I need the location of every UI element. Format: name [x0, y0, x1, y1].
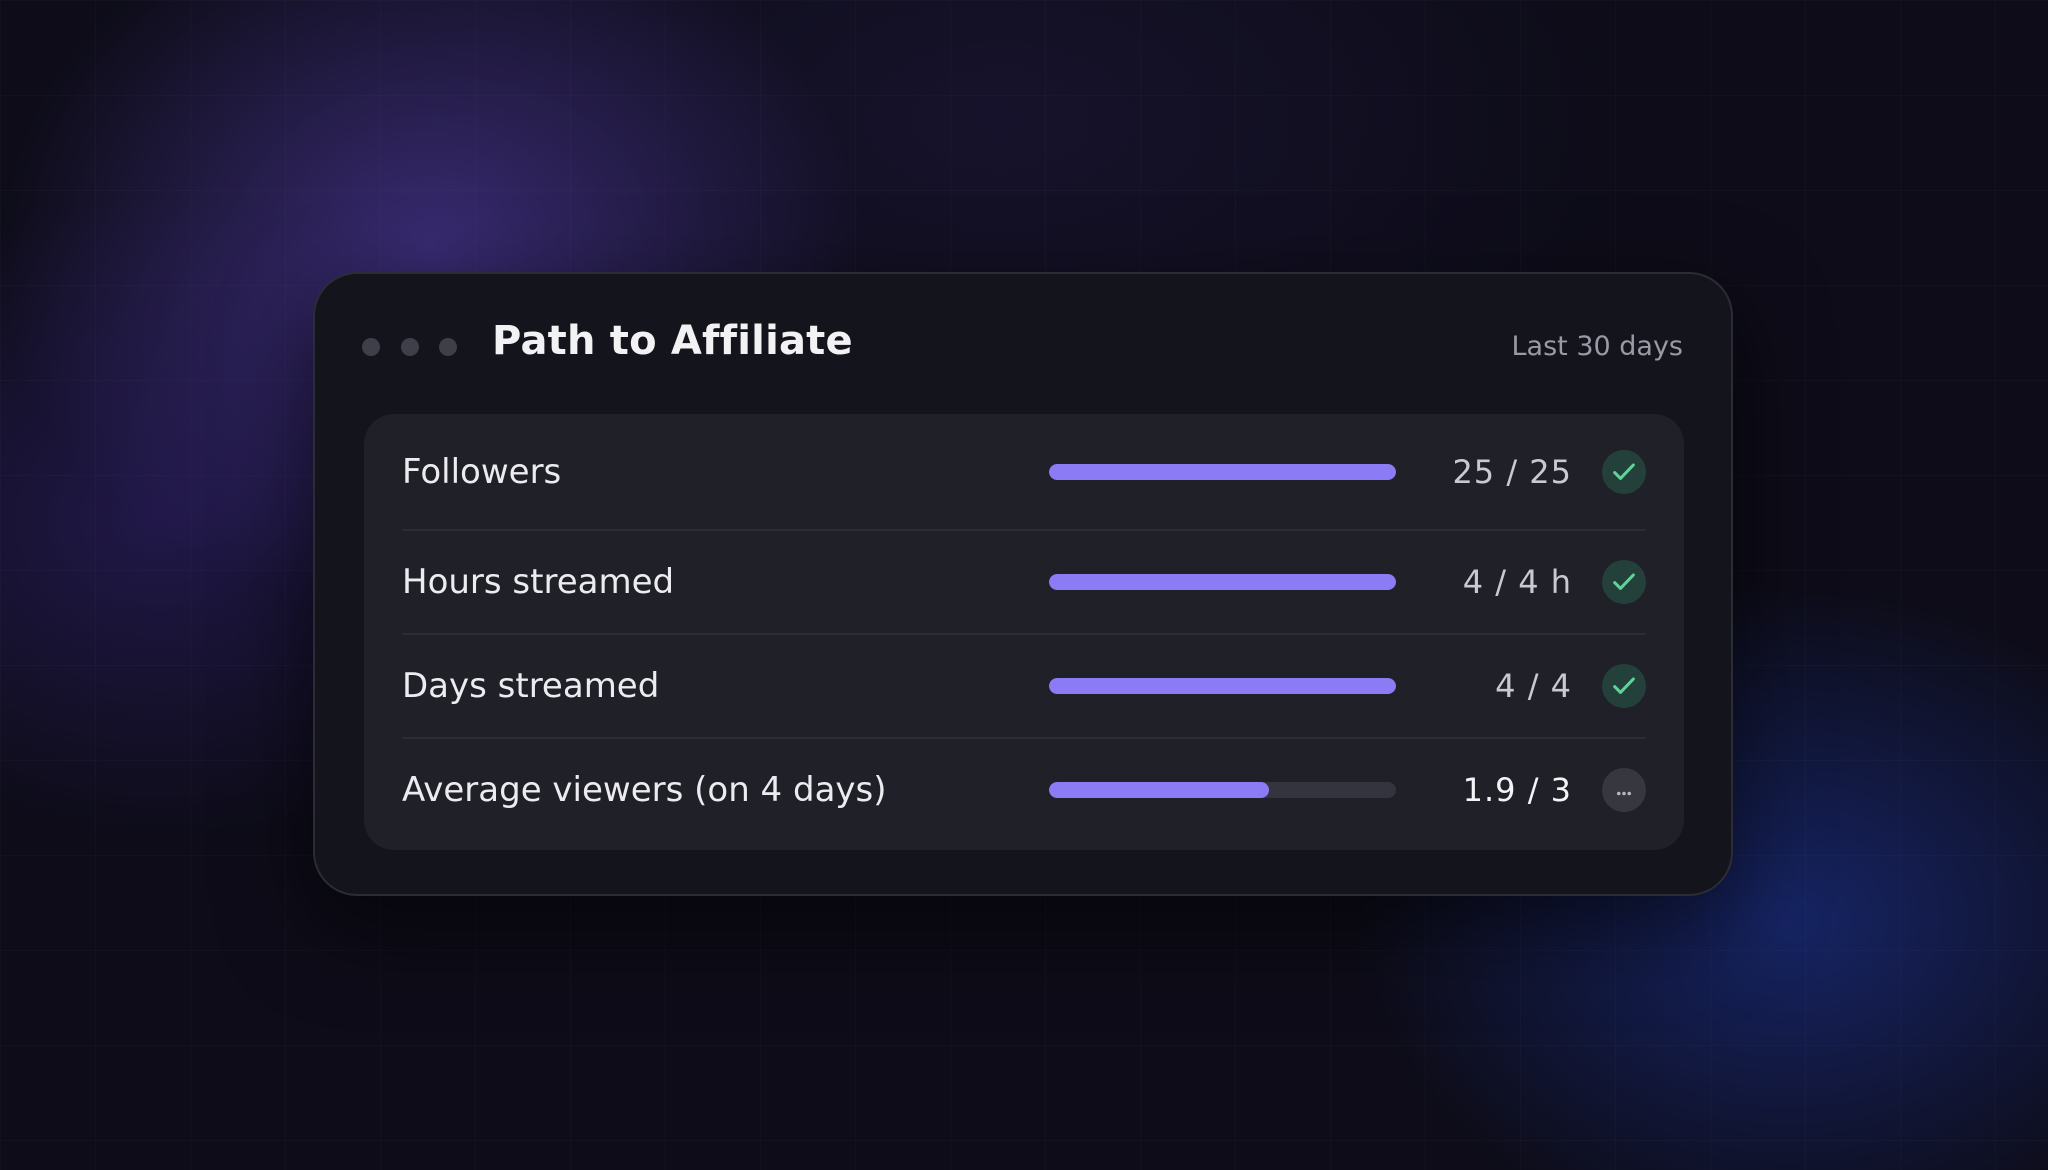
requirement-value: 4 / 4 h — [1462, 563, 1572, 601]
requirement-label: Hours streamed — [402, 562, 675, 602]
date-range-label: Last 30 days — [1511, 331, 1684, 362]
requirement-value: 25 / 25 — [1452, 452, 1572, 491]
window-dot-icon — [439, 338, 457, 356]
requirement-row-followers: Followers 25 / 25 — [402, 414, 1646, 531]
requirement-value: 1.9 / 3 — [1462, 771, 1572, 809]
progress-bar — [1049, 574, 1396, 590]
requirement-row-days-streamed: Days streamed 4 / 4 — [402, 635, 1646, 739]
check-icon — [1602, 560, 1646, 604]
requirement-row-average-viewers: Average viewers (on 4 days) 1.9 / 3 — [402, 739, 1646, 841]
window-dot-icon — [401, 338, 419, 356]
panel-title: Path to Affiliate — [492, 318, 853, 364]
ellipsis-icon — [1602, 768, 1646, 812]
progress-bar — [1049, 463, 1396, 480]
affiliate-progress-panel: Path to Affiliate Last 30 days Followers… — [313, 272, 1733, 896]
progress-bar-fill — [1049, 678, 1396, 694]
progress-bar-fill — [1049, 574, 1396, 590]
progress-bar — [1049, 678, 1396, 694]
progress-bar — [1049, 782, 1396, 798]
requirement-label: Average viewers (on 4 days) — [402, 770, 887, 810]
check-icon — [1602, 449, 1646, 494]
check-icon — [1602, 664, 1646, 708]
progress-bar-fill — [1049, 463, 1396, 480]
requirement-label: Days streamed — [402, 666, 660, 706]
requirement-label: Followers — [402, 451, 562, 492]
requirements-list: Followers 25 / 25 Hours streamed 4 / 4 h… — [364, 414, 1684, 850]
panel-header: Path to Affiliate Last 30 days — [315, 274, 1731, 414]
requirement-row-hours-streamed: Hours streamed 4 / 4 h — [402, 531, 1646, 635]
requirement-value: 4 / 4 — [1495, 667, 1572, 705]
window-dot-icon — [362, 338, 380, 356]
progress-bar-fill — [1049, 782, 1269, 798]
